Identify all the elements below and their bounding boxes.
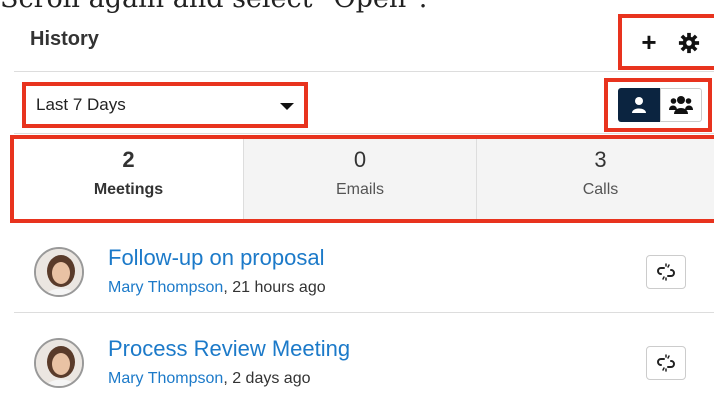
item-meta: Mary Thompson, 2 days ago (108, 370, 310, 388)
user-icon (632, 97, 646, 113)
tab-count: 2 (122, 147, 135, 172)
visibility-toggle-highlight (604, 78, 712, 132)
my-items-toggle[interactable] (618, 88, 660, 122)
unlink-icon (657, 263, 675, 281)
date-range-highlight: Last 7 Days (22, 82, 308, 128)
tab-label: Meetings (93, 181, 164, 198)
unlink-button[interactable] (646, 255, 686, 289)
item-time: , 21 hours ago (223, 279, 326, 296)
tab-meetings[interactable]: 2 Meetings (14, 139, 244, 219)
tab-label: Emails (335, 181, 384, 198)
history-dashlet: History + Last 7 Days 2 Meetings 0 Email… (10, 14, 714, 410)
unlink-button[interactable] (646, 346, 686, 380)
header-actions-highlight: + (618, 14, 714, 70)
date-range-select[interactable]: Last 7 Days (32, 90, 296, 120)
avatar (34, 338, 84, 388)
list-item: Follow-up on proposal Mary Thompson, 21 … (14, 227, 714, 313)
meeting-subject-link[interactable]: Process Review Meeting (108, 336, 350, 362)
tab-count: 3 (594, 147, 607, 172)
user-link[interactable]: Mary Thompson (108, 279, 223, 296)
instruction-caption: Scroll again and select "Open". (0, 0, 714, 14)
meeting-subject-link[interactable]: Follow-up on proposal (108, 245, 324, 271)
team-icon (669, 96, 693, 114)
tab-calls[interactable]: 3 Calls (477, 139, 714, 219)
dashlet-title: History (30, 28, 99, 50)
filter-bar: Last 7 Days (14, 72, 714, 134)
list-item: Process Review Meeting Mary Thompson, 2 … (14, 318, 714, 404)
gear-icon[interactable] (674, 28, 704, 58)
user-link[interactable]: Mary Thompson (108, 370, 223, 387)
item-time: , 2 days ago (223, 370, 311, 387)
activity-tabs-highlight: 2 Meetings 0 Emails 3 Calls (10, 135, 714, 223)
unlink-icon (657, 354, 675, 372)
plus-icon[interactable]: + (634, 27, 664, 57)
tab-label: Calls (582, 181, 619, 198)
tab-count: 0 (353, 147, 367, 172)
dashlet-header: History + (14, 14, 714, 72)
item-meta: Mary Thompson, 21 hours ago (108, 279, 326, 297)
chevron-down-icon[interactable] (280, 103, 294, 110)
tab-emails[interactable]: 0 Emails (244, 139, 477, 219)
avatar (34, 247, 84, 297)
team-items-toggle[interactable] (660, 88, 702, 122)
